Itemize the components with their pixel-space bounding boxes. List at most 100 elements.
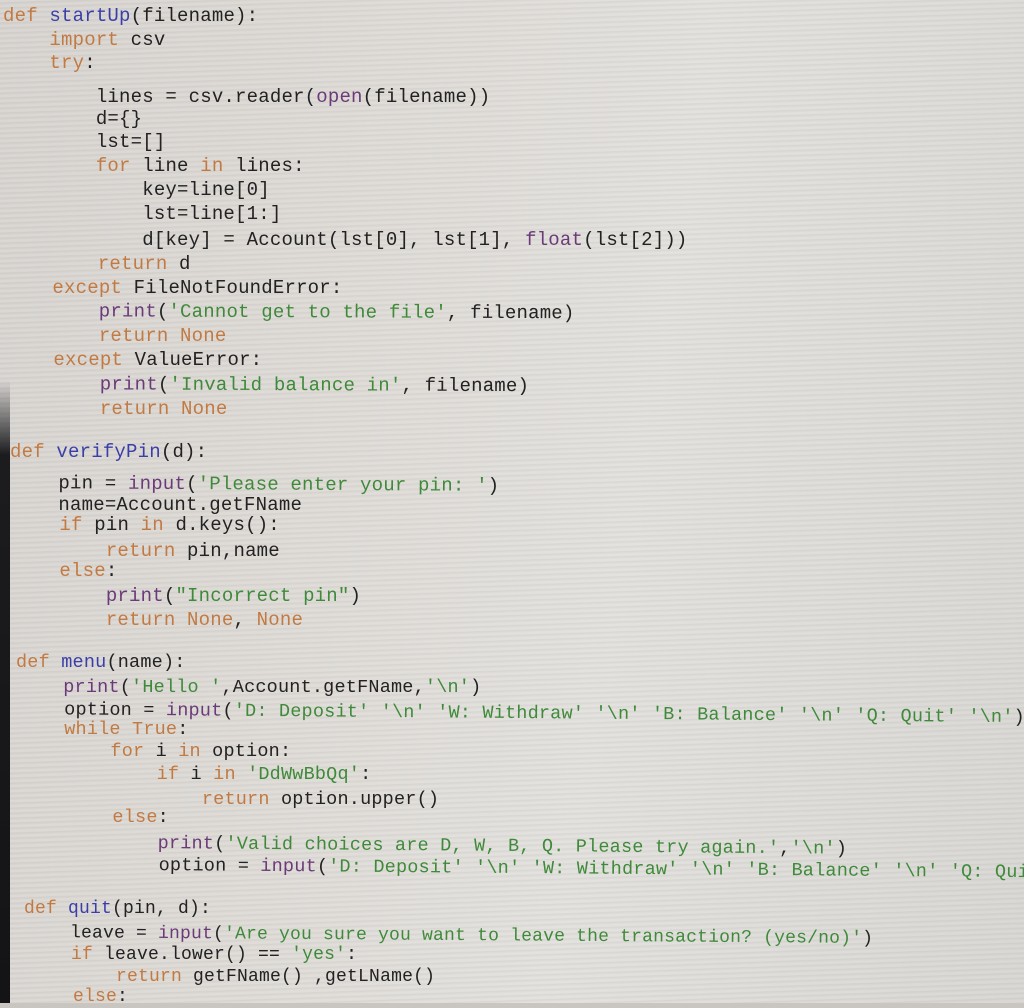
keyword-token: try (49, 52, 85, 74)
code-token: (d): (160, 441, 208, 463)
definition-token: quit (68, 899, 113, 919)
keyword-token: for (110, 741, 145, 762)
code-token: option: (200, 741, 292, 762)
code-token: FileNotFoundError: (122, 277, 343, 299)
code-token: (filename): (130, 5, 259, 27)
code-token: option.upper() (269, 789, 440, 810)
builtin-token: input (127, 472, 187, 496)
keyword-token: if (59, 514, 83, 536)
code-token: lines: (223, 155, 305, 177)
string-token: 'DdWwBbQq' (247, 764, 361, 785)
code-token: getFName() ,getLName() (182, 967, 436, 987)
code-token: ( (214, 833, 226, 855)
string-token: '\n' (424, 677, 471, 698)
keyword-token: def (10, 441, 45, 463)
code-line: print("Incorrect pin") (13, 585, 361, 607)
code-token: ( (156, 300, 169, 323)
code-line: print('Invalid balance in', filename) (7, 373, 529, 397)
string-token: 'Valid choices are D, W, B, Q. Please tr… (225, 833, 780, 860)
code-line: d={} (3, 108, 142, 130)
code-line: if i in 'DdWwBbQq': (21, 764, 372, 786)
keyword-token: else (73, 987, 118, 1007)
keyword-token: return (201, 789, 270, 810)
code-token: i (179, 764, 214, 785)
code-token: lst=[] (3, 131, 166, 153)
code-token: name=Account.getFName (12, 494, 303, 516)
code-token: d[key] = Account(lst[0], lst[1], (3, 229, 526, 251)
code-line: key=line[0] (3, 179, 270, 201)
keyword-token: def (24, 899, 58, 919)
code-line: return None (6, 325, 226, 347)
code-token: : (84, 52, 96, 74)
string-token: "Incorrect pin" (175, 585, 350, 607)
keyword-token: else (59, 560, 106, 582)
keyword-token: import (49, 29, 120, 51)
monitor-bezel (0, 380, 10, 1003)
string-token: 'D: Deposit' '\n' 'W: Withdraw' '\n' 'B:… (328, 856, 1024, 884)
code-token: , (779, 838, 791, 860)
code-token: : (360, 764, 372, 785)
code-token: ( (119, 677, 132, 698)
code-line: while True: (19, 719, 189, 741)
keyword-token: in (140, 514, 164, 536)
code-line: def verifyPin(d): (10, 441, 207, 463)
code-line: return pin,name (13, 540, 280, 562)
keyword-token: return (116, 967, 183, 987)
keyword-token: None (256, 609, 304, 631)
code-token: : (346, 945, 358, 965)
builtin-token: input (157, 923, 214, 945)
builtin-token: print (99, 373, 158, 396)
code-token: , filename) (446, 301, 575, 325)
code-line: def quit(pin, d): (24, 898, 211, 920)
code-token: (lst[2])) (583, 229, 688, 251)
keyword-token: except (52, 277, 123, 299)
string-token: 'Cannot get to the file' (168, 300, 447, 324)
code-token: : (177, 719, 189, 740)
code-line: lst=[] (3, 131, 165, 153)
code-line: if leave.lower() == 'yes': (27, 944, 357, 966)
code-token: : (117, 987, 129, 1007)
string-token: 'Invalid balance in' (169, 373, 402, 397)
code-token: ( (222, 700, 234, 722)
code-token: key=line[0] (3, 179, 270, 201)
code-token: lines = csv.reader( (3, 86, 317, 108)
code-line: lst=line[1:] (3, 203, 281, 225)
code-line: except ValueError: (7, 349, 262, 371)
code-token: ) (1013, 706, 1024, 729)
code-line: else: (22, 807, 169, 829)
code-token: ) (862, 928, 874, 949)
code-line: name=Account.getFName (12, 494, 302, 516)
code-token: ) (470, 677, 482, 698)
definition-token: verifyPin (56, 441, 161, 463)
code-token: (name): (106, 652, 186, 673)
code-line: def menu(name): (16, 652, 186, 674)
code-token: d (167, 253, 191, 275)
code-token: (pin, d): (112, 899, 212, 919)
code-token: : (157, 807, 169, 828)
code-token: ( (157, 373, 170, 396)
keyword-token: in (200, 155, 224, 177)
code-token: ,Account.getFName, (221, 677, 425, 698)
definition-token: startUp (49, 5, 131, 27)
code-line: def startUp(filename): (3, 5, 258, 27)
code-line: return d (5, 253, 191, 275)
